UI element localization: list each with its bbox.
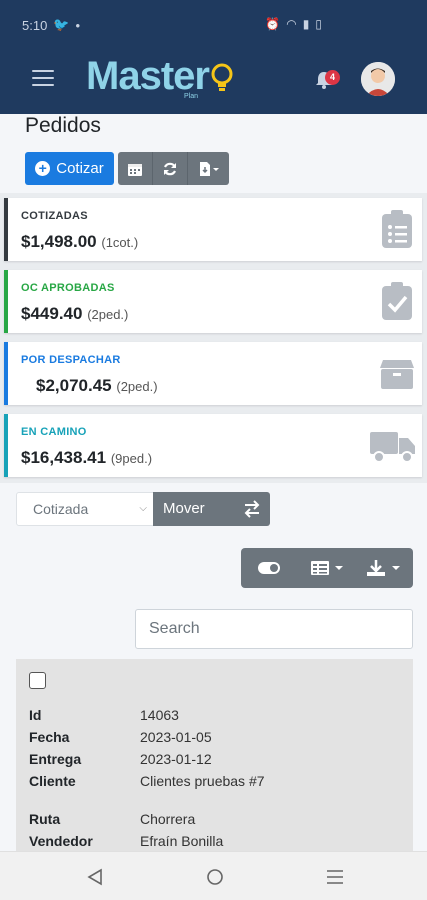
chevron-down-icon: ⌵: [139, 503, 147, 514]
card-amount: $2,070.45 (2ped.): [36, 376, 158, 395]
logo: Master Plan: [86, 54, 233, 100]
home-icon[interactable]: [206, 868, 224, 886]
recent-apps-icon[interactable]: [326, 869, 344, 885]
card-amount: $1,498.00 (1cot.): [21, 232, 139, 251]
notification-badge: 4: [325, 70, 340, 85]
battery-icon: ▯: [315, 17, 322, 31]
toggle-icon: [257, 562, 280, 574]
refresh-button[interactable]: [153, 152, 189, 185]
system-navigation-bar: [0, 851, 427, 900]
box-icon: [380, 360, 414, 389]
action-button-group: [118, 152, 229, 185]
record-card: Id 14063 Fecha 2023-01-05 Entrega 2023-01-1…: [16, 659, 413, 859]
card-title: OC APROBADAS: [21, 282, 115, 294]
status-time: 5:10: [22, 17, 48, 33]
card-title: COTIZADAS: [21, 210, 88, 222]
status-bar: 5:10 🐦 •: [22, 17, 80, 33]
record-field-ruta: Ruta Chorrera: [29, 811, 196, 827]
logo-text: Master: [86, 54, 210, 98]
calendar-icon: [128, 163, 143, 176]
cotizar-label: Cotizar: [56, 160, 104, 177]
clipboard-list-icon: [382, 210, 412, 248]
card-title: POR DESPACHAR: [21, 354, 121, 366]
alarm-icon: ⏰: [265, 17, 281, 31]
mover-button[interactable]: Mover: [153, 492, 270, 526]
page-title: Pedidos: [25, 114, 101, 137]
wifi-icon: ◠: [286, 17, 297, 31]
card-cotizadas[interactable]: COTIZADAS $1,498.00 (1cot.): [4, 198, 422, 261]
avatar[interactable]: [361, 62, 395, 96]
card-oc-aprobadas[interactable]: OC APROBADAS $449.40 (2ped.): [4, 270, 422, 333]
card-count: (2ped.): [87, 307, 129, 322]
back-icon[interactable]: [87, 868, 103, 886]
notification-dot-icon: •: [75, 17, 81, 33]
cotizar-button[interactable]: + Cotizar: [25, 152, 114, 185]
export-dropdown-button[interactable]: [188, 152, 229, 185]
download-icon: [367, 560, 401, 576]
logo-subtext: Plan: [184, 93, 199, 100]
top-navbar: 5:10 🐦 • ⏰ ◠ ▮ ▯ Master Plan 4: [0, 0, 427, 114]
table-tools-group: [241, 548, 413, 588]
user-avatar-icon: [361, 62, 395, 96]
clipboard-check-icon: [382, 282, 412, 320]
refresh-icon: [164, 162, 177, 175]
swap-arrows-icon: [244, 500, 260, 518]
mover-label: Mover: [163, 500, 205, 517]
card-count: (2ped.): [116, 379, 158, 394]
plus-circle-icon: +: [35, 161, 51, 176]
twitter-icon: 🐦: [53, 17, 70, 32]
card-count: (9ped.): [110, 451, 153, 466]
record-field-fecha: Fecha 2023-01-05: [29, 729, 212, 745]
table-icon: [310, 561, 343, 575]
card-count: (1cot.): [101, 235, 139, 250]
estado-select[interactable]: Cotizada ⌵: [16, 492, 154, 526]
signal-icon: ▮: [302, 17, 310, 31]
card-amount: $16,438.41 (9ped.): [21, 448, 153, 467]
card-title: EN CAMINO: [21, 426, 87, 438]
record-field-id: Id 14063: [29, 707, 179, 723]
record-field-cliente: Cliente Clientes pruebas #7: [29, 773, 265, 789]
toggle-view-button[interactable]: [241, 548, 298, 588]
lightbulb-icon: [211, 63, 233, 91]
card-amount: $449.40 (2ped.): [21, 304, 129, 323]
record-checkbox[interactable]: [29, 672, 46, 689]
estado-select-value: Cotizada: [33, 501, 89, 517]
download-dropdown-button[interactable]: [356, 548, 413, 588]
file-download-icon: [199, 161, 219, 176]
columns-dropdown-button[interactable]: [298, 548, 355, 588]
search-input[interactable]: Search: [135, 609, 413, 649]
card-en-camino[interactable]: EN CAMINO $16,438.41 (9ped.): [4, 414, 422, 477]
calendar-button[interactable]: [118, 152, 154, 185]
record-field-entrega: Entrega 2023-01-12: [29, 751, 212, 767]
menu-icon[interactable]: [32, 70, 54, 88]
status-icons: ⏰ ◠ ▮ ▯: [265, 17, 322, 31]
card-por-despachar[interactable]: POR DESPACHAR $2,070.45 (2ped.): [4, 342, 422, 405]
truck-icon: [370, 432, 415, 463]
record-field-vendedor: Vendedor Efraín Bonilla: [29, 833, 224, 849]
